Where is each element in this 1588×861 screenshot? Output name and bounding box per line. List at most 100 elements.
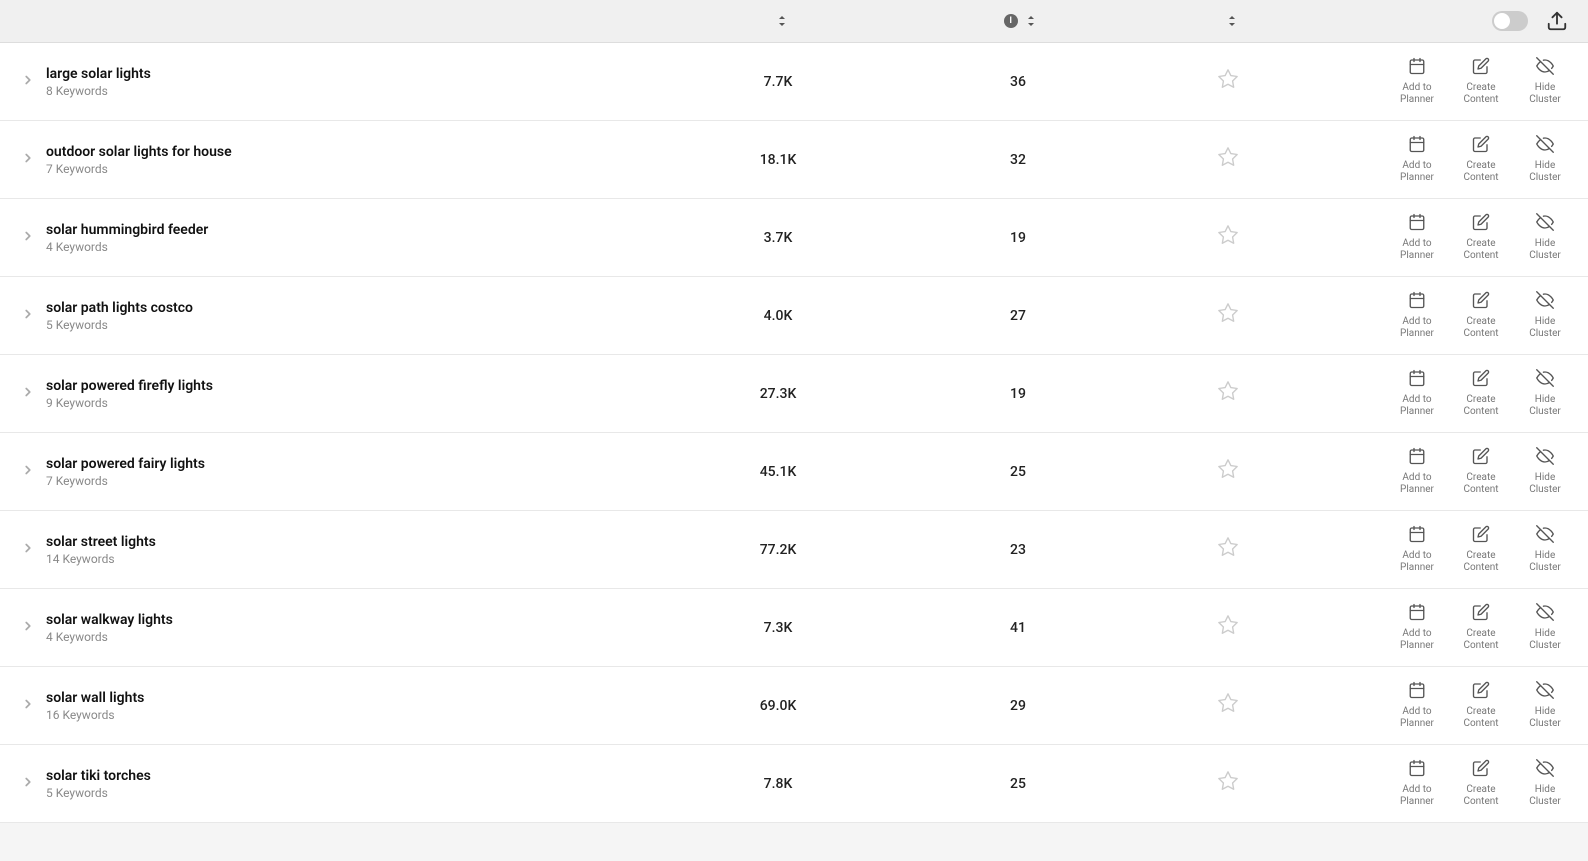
hide-cluster-btn-6[interactable]: HideCluster <box>1522 525 1568 574</box>
expand-icon-8[interactable] <box>20 697 36 714</box>
hide-cluster-btn-4[interactable]: HideCluster <box>1522 369 1568 418</box>
create-content-btn-1[interactable]: CreateContent <box>1458 135 1504 184</box>
star-icon-4[interactable] <box>1217 380 1239 407</box>
difficulty-cell-4: 19 <box>888 386 1148 402</box>
table-row: large solar lights 8 Keywords 7.7K 36 Ad… <box>0 43 1588 121</box>
star-icon-5[interactable] <box>1217 458 1239 485</box>
hide-cluster-btn-3[interactable]: HideCluster <box>1522 291 1568 340</box>
table-row: solar hummingbird feeder 4 Keywords 3.7K… <box>0 199 1588 277</box>
favorite-sort-icon[interactable] <box>1227 15 1237 27</box>
hide-cluster-btn-1[interactable]: HideCluster <box>1522 135 1568 184</box>
create-content-btn-7[interactable]: CreateContent <box>1458 603 1504 652</box>
col-search-volume[interactable] <box>668 15 888 27</box>
create-content-btn-3[interactable]: CreateContent <box>1458 291 1504 340</box>
favorite-cell-9[interactable] <box>1148 770 1308 797</box>
expand-icon-7[interactable] <box>20 619 36 636</box>
hide-cluster-btn-8[interactable]: HideCluster <box>1522 681 1568 730</box>
favorite-cell-1[interactable] <box>1148 146 1308 173</box>
hide-cluster-btn-2[interactable]: HideCluster <box>1522 213 1568 262</box>
search-volume-sort-icon[interactable] <box>777 15 787 27</box>
ranking-difficulty-info-icon[interactable]: i <box>1004 14 1018 28</box>
hide-cluster-btn-5[interactable]: HideCluster <box>1522 447 1568 496</box>
keyword-count-9: 5 Keywords <box>46 786 151 800</box>
keyword-count-1: 7 Keywords <box>46 162 232 176</box>
difficulty-cell-7: 41 <box>888 620 1148 636</box>
calendar-icon-2 <box>1408 213 1426 235</box>
add-to-planner-btn-1[interactable]: Add toPlanner <box>1394 135 1440 184</box>
col-favorite[interactable] <box>1148 15 1308 27</box>
favorite-cell-6[interactable] <box>1148 536 1308 563</box>
expand-icon-6[interactable] <box>20 541 36 558</box>
keyword-count-6: 14 Keywords <box>46 552 156 566</box>
create-content-label-1: CreateContent <box>1463 160 1498 184</box>
star-icon-6[interactable] <box>1217 536 1239 563</box>
add-to-planner-btn-0[interactable]: Add toPlanner <box>1394 57 1440 106</box>
favorite-cell-0[interactable] <box>1148 68 1308 95</box>
add-to-planner-btn-6[interactable]: Add toPlanner <box>1394 525 1440 574</box>
cluster-cell-7: solar walkway lights 4 Keywords <box>20 612 668 644</box>
favorite-cell-4[interactable] <box>1148 380 1308 407</box>
create-content-label-8: CreateContent <box>1463 706 1498 730</box>
create-content-btn-4[interactable]: CreateContent <box>1458 369 1504 418</box>
cluster-name-2: solar hummingbird feeder <box>46 222 208 238</box>
hide-cluster-btn-0[interactable]: HideCluster <box>1522 57 1568 106</box>
see-hidden-toggle[interactable] <box>1492 11 1528 31</box>
cluster-name-8: solar wall lights <box>46 690 144 706</box>
star-icon-9[interactable] <box>1217 770 1239 797</box>
cluster-info-2: solar hummingbird feeder 4 Keywords <box>46 222 208 254</box>
create-content-label-7: CreateContent <box>1463 628 1498 652</box>
star-icon-8[interactable] <box>1217 692 1239 719</box>
volume-cell-5: 45.1K <box>668 464 888 480</box>
expand-icon-9[interactable] <box>20 775 36 792</box>
hide-icon-4 <box>1536 369 1554 391</box>
star-icon-2[interactable] <box>1217 224 1239 251</box>
col-ranking-difficulty[interactable]: i <box>888 14 1148 28</box>
calendar-icon-0 <box>1408 57 1426 79</box>
edit-icon-6 <box>1472 525 1490 547</box>
create-content-btn-0[interactable]: CreateContent <box>1458 57 1504 106</box>
add-to-planner-btn-5[interactable]: Add toPlanner <box>1394 447 1440 496</box>
cluster-name-5: solar powered fairy lights <box>46 456 205 472</box>
add-to-planner-btn-9[interactable]: Add toPlanner <box>1394 759 1440 808</box>
star-icon-7[interactable] <box>1217 614 1239 641</box>
create-content-btn-5[interactable]: CreateContent <box>1458 447 1504 496</box>
expand-icon-2[interactable] <box>20 229 36 246</box>
create-content-label-4: CreateContent <box>1463 394 1498 418</box>
keyword-count-4: 9 Keywords <box>46 396 213 410</box>
difficulty-cell-9: 25 <box>888 776 1148 792</box>
difficulty-cell-6: 23 <box>888 542 1148 558</box>
ranking-difficulty-sort-icon[interactable] <box>1026 15 1036 27</box>
star-icon-0[interactable] <box>1217 68 1239 95</box>
create-content-btn-2[interactable]: CreateContent <box>1458 213 1504 262</box>
favorite-cell-3[interactable] <box>1148 302 1308 329</box>
add-to-planner-label-2: Add toPlanner <box>1400 238 1434 262</box>
favorite-cell-5[interactable] <box>1148 458 1308 485</box>
create-content-btn-6[interactable]: CreateContent <box>1458 525 1504 574</box>
star-icon-1[interactable] <box>1217 146 1239 173</box>
hide-cluster-btn-9[interactable]: HideCluster <box>1522 759 1568 808</box>
favorite-cell-2[interactable] <box>1148 224 1308 251</box>
add-to-planner-btn-3[interactable]: Add toPlanner <box>1394 291 1440 340</box>
expand-icon-3[interactable] <box>20 307 36 324</box>
add-to-planner-label-9: Add toPlanner <box>1400 784 1434 808</box>
hide-cluster-btn-7[interactable]: HideCluster <box>1522 603 1568 652</box>
expand-icon-5[interactable] <box>20 463 36 480</box>
expand-icon-1[interactable] <box>20 151 36 168</box>
add-to-planner-btn-7[interactable]: Add toPlanner <box>1394 603 1440 652</box>
add-to-planner-btn-8[interactable]: Add toPlanner <box>1394 681 1440 730</box>
create-content-btn-9[interactable]: CreateContent <box>1458 759 1504 808</box>
expand-icon-4[interactable] <box>20 385 36 402</box>
add-to-planner-btn-4[interactable]: Add toPlanner <box>1394 369 1440 418</box>
expand-icon-0[interactable] <box>20 73 36 90</box>
volume-cell-4: 27.3K <box>668 386 888 402</box>
add-to-planner-btn-2[interactable]: Add toPlanner <box>1394 213 1440 262</box>
create-content-label-3: CreateContent <box>1463 316 1498 340</box>
favorite-cell-7[interactable] <box>1148 614 1308 641</box>
edit-icon-0 <box>1472 57 1490 79</box>
export-icon[interactable] <box>1546 10 1568 32</box>
add-to-planner-label-1: Add toPlanner <box>1400 160 1434 184</box>
favorite-cell-8[interactable] <box>1148 692 1308 719</box>
create-content-btn-8[interactable]: CreateContent <box>1458 681 1504 730</box>
star-icon-3[interactable] <box>1217 302 1239 329</box>
volume-cell-1: 18.1K <box>668 152 888 168</box>
